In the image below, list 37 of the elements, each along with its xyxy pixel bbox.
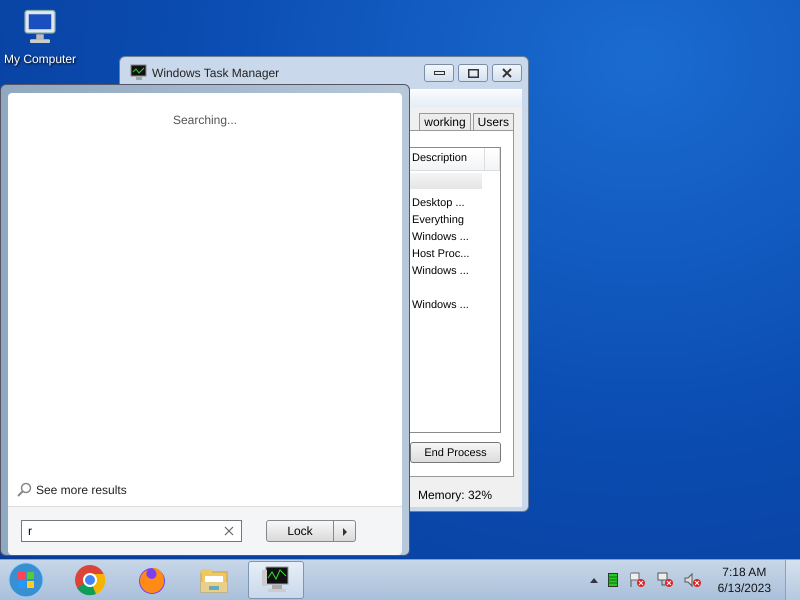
window-title: Windows Task Manager bbox=[152, 66, 280, 80]
start-orb-icon[interactable] bbox=[8, 562, 44, 598]
minimize-icon bbox=[434, 71, 444, 75]
see-more-results-link[interactable]: See more results bbox=[36, 483, 127, 498]
speaker-icon[interactable] bbox=[684, 572, 702, 588]
table-cell-text: Desktop ... bbox=[411, 196, 466, 211]
table-cell-text: Everything bbox=[411, 213, 465, 228]
clear-icon[interactable] bbox=[224, 526, 234, 536]
clock[interactable]: 7:18 AM 6/13/2023 bbox=[718, 565, 771, 595]
maximize-icon bbox=[468, 68, 478, 78]
end-process-button[interactable]: End Process bbox=[410, 442, 501, 463]
maximize-button[interactable] bbox=[458, 64, 488, 82]
close-icon bbox=[502, 68, 512, 78]
searching-text: Searching... bbox=[172, 113, 238, 129]
network-icon[interactable] bbox=[656, 572, 674, 588]
show-hidden-icons-icon[interactable] bbox=[590, 577, 598, 583]
taskbar-button[interactable] bbox=[248, 561, 304, 599]
caret-icon bbox=[342, 528, 348, 536]
minimize-button[interactable] bbox=[424, 64, 454, 82]
table-cell-text: Windows ... bbox=[411, 264, 470, 279]
table-cell-text: Host Proc... bbox=[411, 247, 470, 262]
tab[interactable]: Users bbox=[472, 113, 514, 130]
monitor-icon bbox=[128, 64, 148, 82]
desktop-icon-label[interactable]: My Computer bbox=[4, 52, 76, 66]
search-icon bbox=[16, 482, 32, 498]
lock-button[interactable]: Lock bbox=[266, 520, 334, 542]
search-field[interactable]: r bbox=[21, 520, 242, 542]
memory-status: Memory: 32% bbox=[418, 488, 492, 502]
flag-icon[interactable] bbox=[628, 572, 646, 588]
tab[interactable]: working bbox=[419, 113, 471, 130]
battery-icon[interactable] bbox=[608, 573, 618, 587]
table-cell-text: Windows ... bbox=[411, 298, 470, 313]
table-cell-text: Windows ... bbox=[411, 230, 470, 245]
browser-icon bbox=[74, 564, 106, 596]
close-button[interactable] bbox=[492, 64, 522, 82]
column-header[interactable]: Description bbox=[407, 148, 485, 170]
shutdown-options-button[interactable] bbox=[334, 520, 356, 542]
